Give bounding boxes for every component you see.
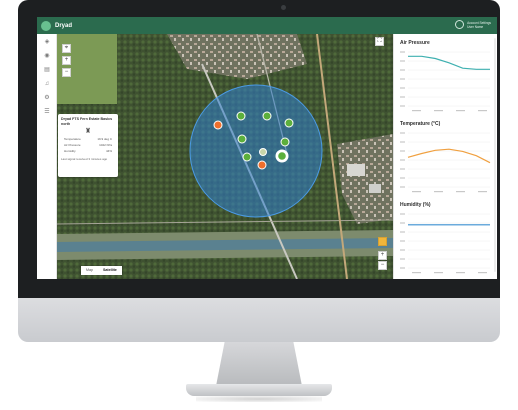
x-tick-mark <box>434 191 443 193</box>
map-type-map[interactable]: Map <box>81 266 98 275</box>
monitor-stand-base <box>186 384 332 396</box>
layers-icon[interactable]: ◈ <box>42 38 52 47</box>
popup-row-label: Humidity <box>64 149 76 153</box>
monitor-stand-neck <box>216 342 302 386</box>
sensor-marker[interactable] <box>236 111 246 121</box>
sensor-marker[interactable] <box>237 134 247 144</box>
x-tick-mark <box>434 110 443 112</box>
y-tick-mark <box>400 258 405 260</box>
humidity-chart <box>400 213 490 274</box>
sensor-marker[interactable] <box>284 118 294 128</box>
zoom-in-button[interactable]: + <box>62 56 71 65</box>
y-tick-mark <box>400 240 405 242</box>
x-tick-mark <box>478 191 487 193</box>
popup-title: Dryad FTS Fern Estate Basics north <box>61 117 113 126</box>
x-tick-mark <box>456 191 465 193</box>
y-tick-mark <box>400 60 405 62</box>
measure-tool-button[interactable]: ⌖ <box>62 44 71 53</box>
sensor-marker[interactable] <box>262 111 272 121</box>
bell-icon[interactable]: ♫ <box>42 80 52 89</box>
y-tick-mark <box>400 150 405 152</box>
eye-icon[interactable]: ◉ <box>42 52 52 61</box>
top-bar: Dryad Account Settings User Name <box>37 17 497 34</box>
x-tick-mark <box>456 110 465 112</box>
map-type-toggle: Map Satellite <box>81 266 122 275</box>
user-avatar-icon[interactable] <box>455 20 465 29</box>
x-tick-mark <box>412 272 421 274</box>
map-zoom-out-button[interactable]: − <box>378 261 387 270</box>
x-tick-mark <box>478 272 487 274</box>
app-screen: Dryad Account Settings User Name ◈ ◉ ▤ ♫… <box>37 17 497 279</box>
y-tick-mark <box>400 141 405 143</box>
popup-row-value: 44% <box>105 149 112 153</box>
sensor-marker[interactable] <box>259 148 267 156</box>
y-tick-mark <box>400 249 405 251</box>
y-tick-mark <box>400 267 405 269</box>
chart-series-line <box>408 55 490 70</box>
panel-scrollbar[interactable] <box>494 38 496 272</box>
list-icon[interactable]: ☰ <box>42 108 52 117</box>
x-tick-mark <box>412 191 421 193</box>
sensor-info-popup: Dryad FTS Fern Estate Basics north ♜ Tem… <box>58 114 118 177</box>
sensor-marker-selected-inner <box>278 152 286 160</box>
chart-title-air-pressure: Air Pressure <box>400 40 430 46</box>
building <box>347 164 365 176</box>
y-tick-mark <box>400 96 405 98</box>
y-tick-mark <box>400 222 405 224</box>
y-tick-mark <box>400 231 405 233</box>
gear-icon[interactable]: ⚙ <box>42 94 52 103</box>
popup-row: Humidity 44% <box>61 148 115 154</box>
y-tick-mark <box>400 159 405 161</box>
y-tick-mark <box>400 177 405 179</box>
sensor-device-icon: ♜ <box>84 128 92 135</box>
left-toolbar: ◈ ◉ ▤ ♫ ⚙ ☰ <box>37 34 57 279</box>
x-tick-mark <box>456 272 465 274</box>
sensor-marker[interactable] <box>280 137 290 147</box>
y-tick-mark <box>400 51 405 53</box>
monitor-chin <box>18 298 500 342</box>
zoom-out-button[interactable]: − <box>62 68 71 77</box>
y-tick-mark <box>400 213 405 215</box>
temperature-chart <box>400 132 491 193</box>
app-title: Dryad <box>55 22 73 29</box>
user-menu-line-2[interactable]: User Name <box>467 25 491 29</box>
monitoring-zone-circle[interactable] <box>189 84 323 218</box>
popup-last-signal: Last signal received 3 minutes ago <box>61 157 108 161</box>
y-tick-mark <box>400 105 405 107</box>
sensor-marker-alert[interactable] <box>213 120 223 130</box>
sensor-marker[interactable] <box>242 152 252 162</box>
chart-title-humidity: Humidity (%) <box>400 202 431 208</box>
y-tick-mark <box>400 78 405 80</box>
map-zoom-in-button[interactable]: + <box>378 251 387 260</box>
tree-logo-icon <box>41 20 51 31</box>
chart-title-temperature: Temperature (°C) <box>400 121 441 127</box>
fullscreen-button[interactable]: ⛶ <box>375 37 384 46</box>
sensor-marker-alert[interactable] <box>257 160 267 170</box>
webcam <box>281 5 286 10</box>
street-view-pegman-icon[interactable] <box>378 237 387 246</box>
monitor-mockup: Dryad Account Settings User Name ◈ ◉ ▤ ♫… <box>0 0 518 410</box>
charts-panel: Air Pressure Temperature (°C) Humidity (… <box>393 34 497 279</box>
x-tick-mark <box>478 110 487 112</box>
chart-icon[interactable]: ▤ <box>42 66 52 75</box>
y-tick-mark <box>400 168 405 170</box>
user-menu-line-1[interactable]: Account Settings <box>467 21 491 25</box>
y-tick-mark <box>400 69 405 71</box>
air-pressure-chart <box>400 51 490 112</box>
satellite-map[interactable]: ⌖ + − ⛶ + − Dryad FTS Fern Estate Basics… <box>57 34 393 279</box>
building <box>369 184 381 193</box>
x-tick-mark <box>434 272 443 274</box>
map-type-satellite[interactable]: Satellite <box>98 266 122 275</box>
stand-shadow <box>196 396 322 402</box>
y-tick-mark <box>400 132 405 134</box>
y-tick-mark <box>400 186 405 188</box>
x-tick-mark <box>412 110 421 112</box>
y-tick-mark <box>400 87 405 89</box>
user-menu-text[interactable]: Account Settings User Name <box>467 21 491 29</box>
user-menu[interactable]: Account Settings User Name <box>455 20 491 29</box>
